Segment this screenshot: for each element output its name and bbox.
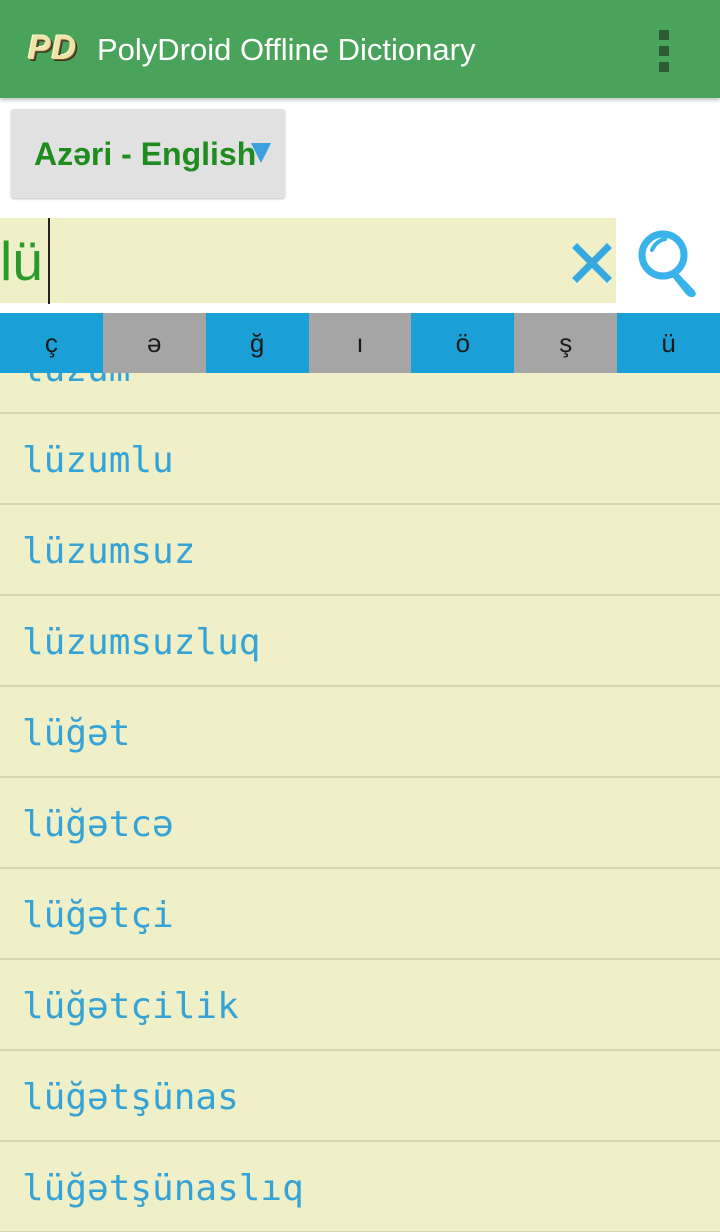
results-list[interactable]: lüzum lüzumlu lüzumsuz lüzumsuzluq lüğət… [0,373,720,1232]
list-item-label: lüzumsuzluq [22,622,261,663]
list-item[interactable]: lüğət [0,688,720,778]
list-item-label: lüğətcə [22,804,174,845]
app-title: PolyDroid Offline Dictionary [97,32,476,67]
dropdown-triangle-icon [251,143,271,163]
list-item-label: lüğətşünaslıq [22,1168,304,1209]
text-cursor [48,218,50,304]
list-item-label: lüğətçilik [22,986,239,1027]
list-item-label: lüğətçi [22,895,174,936]
list-item-label: lüğətşünas [22,1077,239,1118]
list-item-label: lüzumsuz [22,531,196,572]
char-key[interactable]: ş [514,313,618,373]
special-char-bar: ç ə ğ ı ö ş ü [0,313,720,373]
language-label: Azəri - English [34,136,257,172]
list-item[interactable]: lüğətşünaslıq [0,1143,720,1232]
overflow-menu-icon[interactable] [646,24,682,76]
magnifier-icon[interactable] [636,226,704,300]
app-bar: PD PolyDroid Offline Dictionary [0,0,720,98]
list-item-label: lüzum [22,373,130,392]
char-key[interactable]: ç [0,313,103,373]
list-item-label: lüğət [22,713,131,754]
app-logo: PD [28,29,78,67]
language-selector[interactable]: Azəri - English [11,109,285,198]
search-input[interactable]: lü [0,218,616,304]
list-item[interactable]: lüzumsuz [0,506,720,596]
list-item[interactable]: lüğətşünas [0,1052,720,1142]
char-key[interactable]: ö [411,313,515,373]
list-item[interactable]: lüğətçilik [0,961,720,1051]
char-key[interactable]: ı [308,313,412,373]
char-key[interactable]: ə [102,313,206,373]
search-input-value: lü [0,230,43,292]
char-key[interactable]: ü [617,313,720,373]
list-item[interactable]: lüzumsuzluq [0,597,720,687]
list-item[interactable]: lüğətcə [0,779,720,869]
char-key[interactable]: ğ [205,313,309,373]
close-x-icon[interactable] [570,241,614,285]
list-item[interactable]: lüğətçi [0,870,720,960]
list-item[interactable]: lüzumlu [0,415,720,505]
list-item[interactable]: lüzum [0,373,720,414]
list-item-label: lüzumlu [22,440,174,481]
